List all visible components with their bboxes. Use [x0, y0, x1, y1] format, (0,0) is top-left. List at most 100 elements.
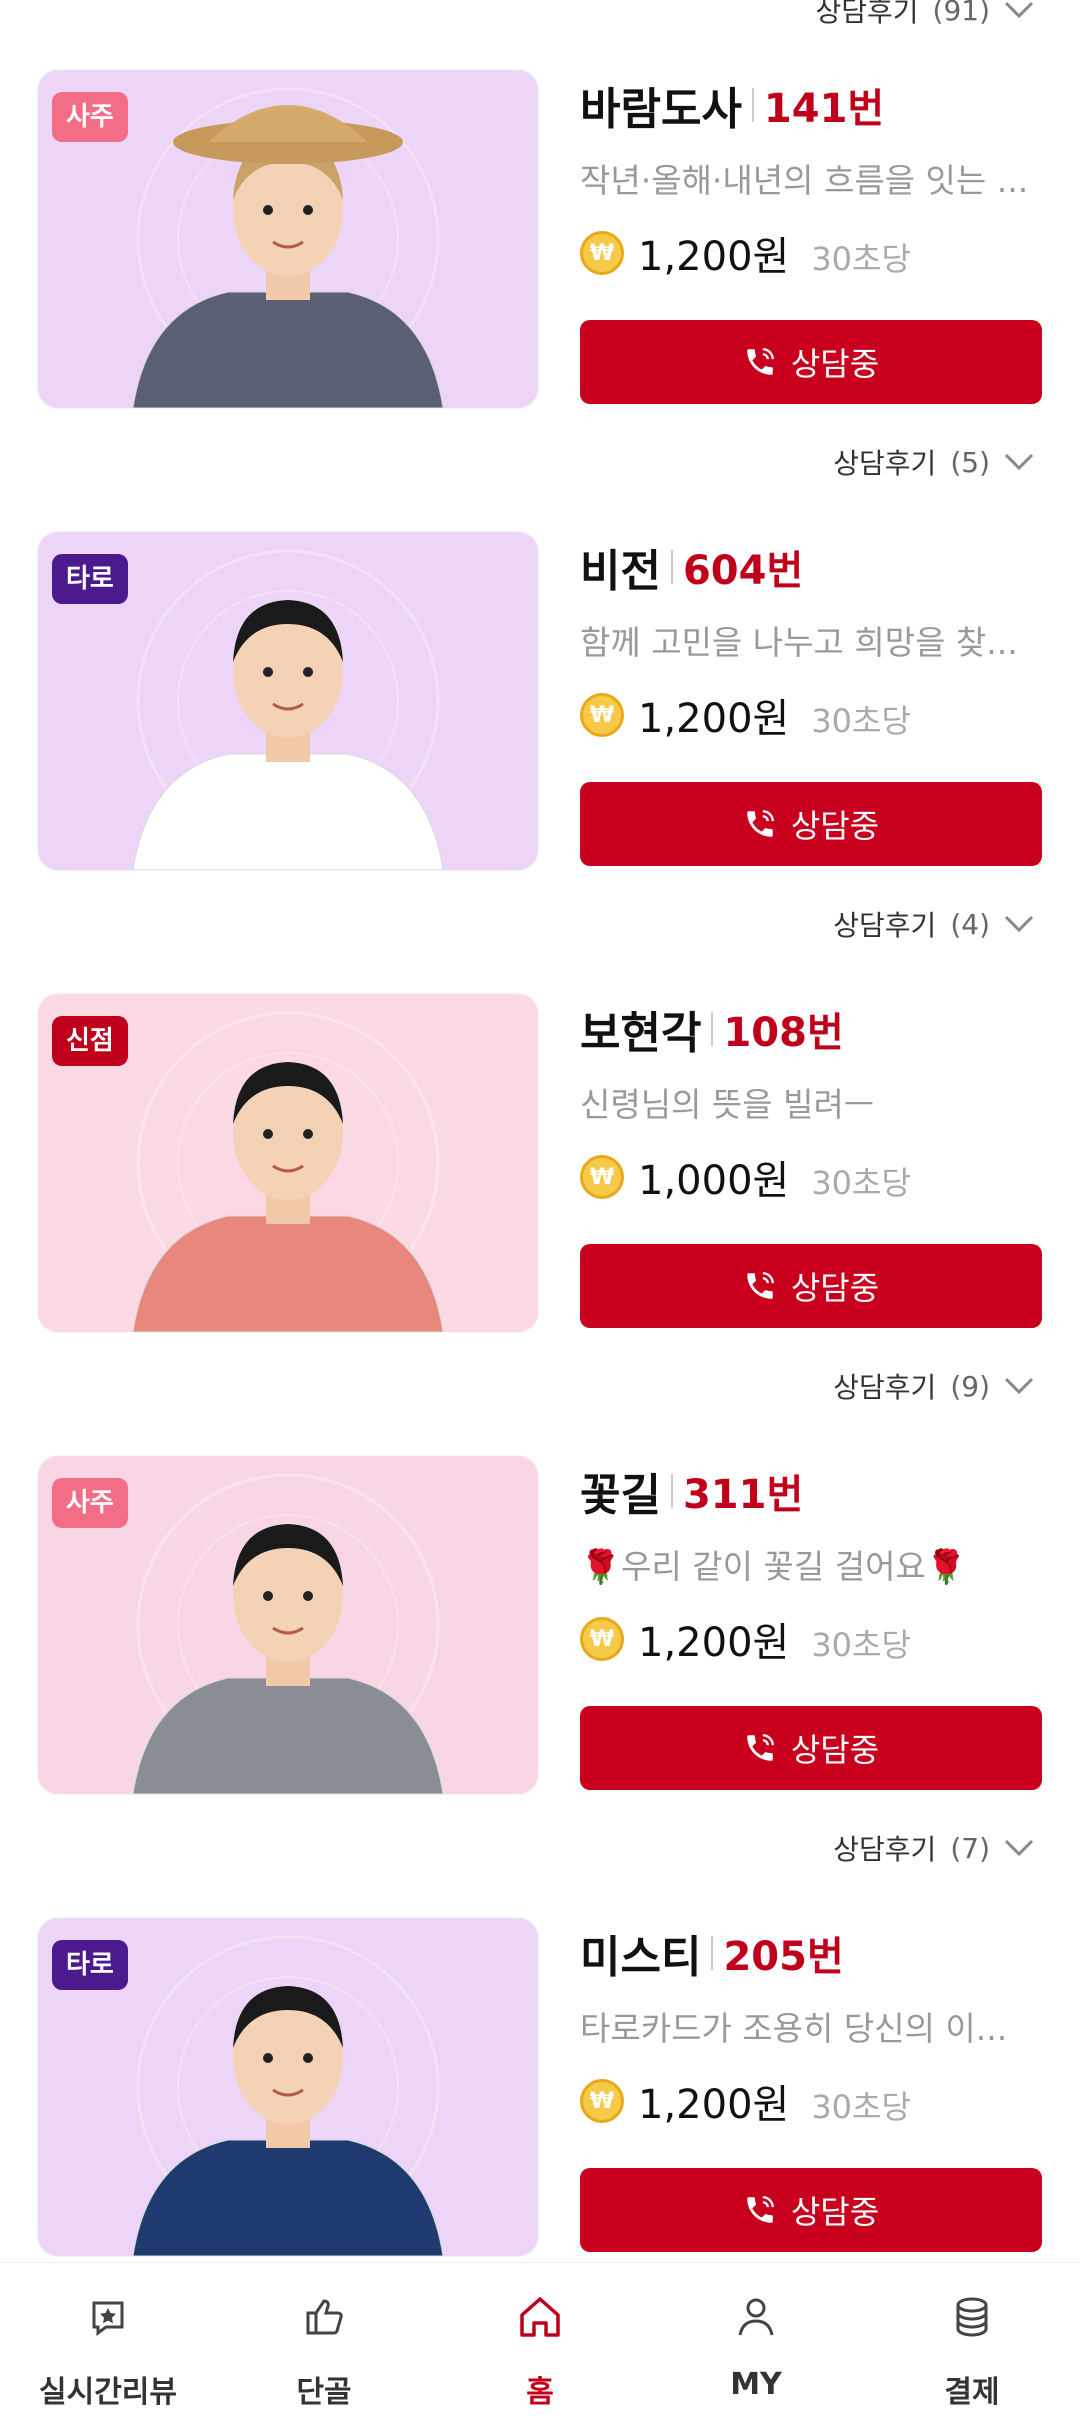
nav-label: MY	[730, 2367, 782, 2402]
price: 1,200원	[638, 1620, 790, 1666]
nav-item-star-chat[interactable]: 실시간리뷰	[0, 2263, 216, 2423]
counselor-name: 미스티	[580, 1932, 702, 1983]
review-count: (91)	[932, 0, 990, 27]
category-badge: 타로	[52, 1940, 128, 1990]
consulting-status-button[interactable]: 상담중	[580, 320, 1042, 404]
nav-item-coins[interactable]: 결제	[864, 2263, 1080, 2423]
price: 1,200원	[638, 2082, 790, 2128]
phone-icon	[747, 810, 774, 837]
price-row: ₩1,200원 30초당	[580, 224, 1042, 282]
status-label: 상담중	[790, 2194, 880, 2230]
counselor-card[interactable]: 사주 꽃길 311번 🌹우리 같이 꽃길 걸어요🌹 ₩1,200원 30초당상담중	[0, 1456, 1080, 1796]
status-label: 상담중	[790, 346, 880, 382]
review-count: (4)	[950, 907, 990, 941]
chevron-down-icon	[1004, 453, 1034, 471]
counselor-description: 타로카드가 조용히 당신의 이...	[580, 2009, 1008, 2048]
counselor-info: 바람도사 141번 작년·올해·내년의 흐름을 잇는 ... ₩1,200원 30초당 상…	[580, 70, 1042, 404]
phone-icon	[747, 2196, 774, 2223]
counselor-card[interactable]: 타로 비전 604번함께 고민을 나누고 희망을 찾... ₩1,200원 30초당상담…	[0, 532, 1080, 872]
consulting-status-button[interactable]: 상담중	[580, 1706, 1042, 1790]
price-row: ₩1,200원 30초당	[580, 1610, 1042, 1668]
nav-item-thumbs-up[interactable]: 단골	[216, 2263, 432, 2423]
price: 1,000원	[638, 1158, 790, 1204]
price: 1,200원	[638, 696, 790, 742]
nav-item-user[interactable]: MY	[648, 2263, 864, 2423]
category-badge: 타로	[52, 554, 128, 604]
divider	[751, 88, 754, 122]
chevron-down-icon	[1004, 1839, 1034, 1857]
category-badge: 신점	[52, 1016, 128, 1066]
counselor-info: 비전 604번함께 고민을 나누고 희망을 찾... ₩1,200원 30초당상담중	[580, 532, 1042, 866]
divider	[711, 1936, 714, 1970]
category-badge: 사주	[52, 92, 128, 142]
coins-icon	[956, 2297, 988, 2337]
won-coin-icon: ₩	[580, 693, 624, 737]
counselor-card[interactable]: 타로 미스티 205번 타로카드가 조용히 당신의 이... ₩1,200원 30초당 상담…	[0, 1918, 1080, 2258]
name-row: 비전 604번	[580, 532, 1042, 602]
star-chat-icon	[92, 2301, 124, 2336]
review-count: (9)	[950, 1369, 990, 1403]
counselor-card[interactable]: 사주 바람도사 141번 작년·올해·내년의 흐름을 잇는 ... ₩1,200원 30초…	[0, 70, 1080, 410]
bottom-nav: 실시간리뷰 단골 홈 MY 결제	[0, 2262, 1080, 2423]
consulting-status-button[interactable]: 상담중	[580, 782, 1042, 866]
review-toggle[interactable]: 상담후기 (4)	[833, 904, 1034, 944]
nav-label: 결제	[944, 2375, 1000, 2410]
nav-label: 단골	[296, 2375, 352, 2410]
name-row: 보현각 108번	[580, 994, 1042, 1064]
nav-item-home[interactable]: 홈	[432, 2263, 648, 2423]
counselor-number: 311번	[682, 1472, 804, 1518]
price-unit: 30초당	[811, 1164, 911, 1202]
won-coin-icon: ₩	[580, 1617, 624, 1661]
counselor-number: 141번	[763, 86, 885, 132]
counselor-description: 신령님의 뜻을 빌려ㅡ	[580, 1085, 875, 1124]
counselor-thumbnail[interactable]: 타로	[38, 1918, 538, 2256]
counselor-thumbnail[interactable]: 사주	[38, 1456, 538, 1794]
counselor-info: 미스티 205번 타로카드가 조용히 당신의 이... ₩1,200원 30초당 상담중	[580, 1918, 1042, 2252]
price-unit: 30초당	[811, 702, 911, 740]
price: 1,200원	[638, 234, 790, 280]
top-review-toggle[interactable]: 상담후기 (91)	[0, 0, 1080, 32]
counselor-description: 함께 고민을 나누고 희망을 찾...	[580, 623, 1018, 662]
counselor-number: 604번	[682, 548, 804, 594]
phone-icon	[747, 1272, 774, 1299]
divider	[670, 1474, 673, 1508]
chevron-down-icon	[1004, 915, 1034, 933]
won-coin-icon: ₩	[580, 1155, 624, 1199]
review-label: 상담후기	[833, 447, 937, 480]
price-row: ₩1,200원 30초당	[580, 2072, 1042, 2130]
counselor-thumbnail[interactable]: 신점	[38, 994, 538, 1332]
divider	[711, 1012, 714, 1046]
review-toggle[interactable]: 상담후기 (7)	[833, 1828, 1034, 1868]
counselor-name: 비전	[580, 546, 661, 597]
price-row: ₩1,000원 30초당	[580, 1148, 1042, 1206]
price-unit: 30초당	[811, 2088, 911, 2126]
status-label: 상담중	[790, 808, 880, 844]
phone-icon	[747, 1734, 774, 1761]
chevron-down-icon	[1004, 1377, 1034, 1395]
counselor-thumbnail[interactable]: 타로	[38, 532, 538, 870]
divider	[670, 550, 673, 584]
counselor-card[interactable]: 신점 보현각 108번신령님의 뜻을 빌려ㅡ ₩1,000원 30초당상담중	[0, 994, 1080, 1334]
review-count: (7)	[950, 1831, 990, 1865]
review-toggle[interactable]: 상담후기 (9)	[833, 1366, 1034, 1406]
review-label: 상담후기	[815, 0, 919, 28]
price-row: ₩1,200원 30초당	[580, 686, 1042, 744]
counselor-info: 꽃길 311번 🌹우리 같이 꽃길 걸어요🌹 ₩1,200원 30초당상담중	[580, 1456, 1042, 1790]
name-row: 미스티 205번	[580, 1918, 1042, 1988]
counselor-thumbnail[interactable]: 사주	[38, 70, 538, 408]
review-label: 상담후기	[833, 1833, 937, 1866]
status-label: 상담중	[790, 1732, 880, 1768]
nav-label: 홈	[526, 2375, 554, 2410]
consulting-status-button[interactable]: 상담중	[580, 1244, 1042, 1328]
thumbs-up-icon	[306, 2299, 343, 2335]
counselor-name: 꽃길	[580, 1470, 661, 1521]
counselor-description: 작년·올해·내년의 흐름을 잇는 ...	[580, 161, 1029, 200]
price-unit: 30초당	[811, 240, 911, 278]
consulting-status-button[interactable]: 상담중	[580, 2168, 1042, 2252]
won-coin-icon: ₩	[580, 231, 624, 275]
user-icon	[738, 2298, 774, 2336]
review-toggle[interactable]: 상담후기 (5)	[833, 442, 1034, 482]
counselor-description: 🌹우리 같이 꽃길 걸어요🌹	[580, 1547, 967, 1586]
review-label: 상담후기	[833, 909, 937, 942]
chevron-down-icon	[1004, 1, 1034, 19]
